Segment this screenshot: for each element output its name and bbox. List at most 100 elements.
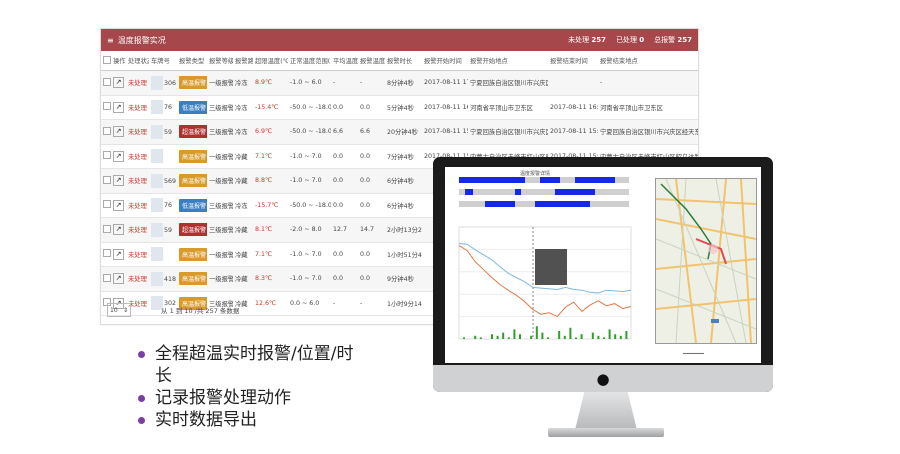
table-cell: -1.0 ~ 7.0 xyxy=(288,144,331,169)
humidity-bar xyxy=(507,337,510,339)
row-checkbox[interactable] xyxy=(103,200,111,209)
table-row[interactable]: ↗ 未处理 306 高温报警 一级报警 冷冻 8.9℃ -1.0 ~ 6.0 - - 8分钟4秒 20… xyxy=(101,70,698,96)
table-row[interactable]: ↗ 未处理 76 低温报警 三级报警 冷冻 -15.4℃ -50.0 ~ -18.0 0.0 0.… xyxy=(101,95,698,120)
plate-redacted xyxy=(151,173,163,188)
table-cell: 低温报警 xyxy=(177,193,207,218)
col-header[interactable]: 报警类型 xyxy=(177,51,207,71)
col-header[interactable]: 处理状态 xyxy=(126,51,149,71)
row-checkbox[interactable] xyxy=(103,102,111,111)
handle-action-icon[interactable]: ↗ xyxy=(113,150,124,162)
table-cell: 6.9℃ xyxy=(253,119,288,145)
handle-action-icon[interactable]: ↗ xyxy=(113,248,124,260)
handle-action-icon[interactable]: ↗ xyxy=(113,126,124,138)
plate-number: 76 xyxy=(164,104,173,112)
col-header[interactable]: 报警结束时间 xyxy=(548,51,598,71)
select-all-checkbox[interactable] xyxy=(101,51,111,71)
table-cell xyxy=(548,70,598,96)
col-header[interactable]: 报警路段 xyxy=(233,51,253,71)
col-header[interactable]: 报警温度(℃) xyxy=(358,51,385,71)
col-header[interactable]: 报警时长 xyxy=(385,51,422,71)
table-cell: 0.0 xyxy=(331,144,358,169)
humidity-bar xyxy=(558,331,561,339)
row-checkbox[interactable] xyxy=(103,77,111,86)
handle-action-icon[interactable]: ↗ xyxy=(113,224,124,236)
humidity-bar xyxy=(541,332,544,339)
temperature-chart xyxy=(458,177,632,340)
humidity-bar xyxy=(491,334,493,339)
avg-temp: - xyxy=(333,79,336,87)
alarm-temp: 0.0 xyxy=(360,201,371,209)
alarm-temp: 14.7 xyxy=(360,226,375,234)
table-cell: 0.0 xyxy=(358,266,385,292)
alarm-temp: 0.0 xyxy=(360,275,371,283)
humidity-bar xyxy=(474,335,477,339)
table-cell: 未处理 xyxy=(126,70,149,96)
handle-action-icon[interactable]: ↗ xyxy=(113,77,124,89)
table-row[interactable]: ↗ 未处理 59 超温报警 三级报警 冷冻 6.9℃ -50.0 ~ -18.0 6.6 6.6 2… xyxy=(101,119,698,145)
table-cell: 一级报警 xyxy=(207,70,233,96)
table-cell: 418 xyxy=(149,266,177,292)
table-cell: 未处理 xyxy=(126,95,149,120)
handle-action-icon[interactable]: ↗ xyxy=(113,199,124,211)
table-cell: ↗ xyxy=(111,95,126,120)
humidity-bar xyxy=(597,335,600,339)
status-text: 未处理 xyxy=(128,104,147,112)
row-checkbox[interactable] xyxy=(103,273,111,282)
plate-number: 76 xyxy=(164,202,173,210)
status-track xyxy=(459,189,629,195)
row-checkbox[interactable] xyxy=(103,224,111,233)
avg-temp: 6.6 xyxy=(333,128,344,136)
alarm-duration: 1小时51分40秒 xyxy=(387,251,422,259)
table-cell: -1.0 ~ 6.0 xyxy=(288,70,331,96)
table-cell xyxy=(101,242,111,267)
over-temp: -15.4℃ xyxy=(255,103,279,111)
plate-redacted xyxy=(151,124,163,139)
handle-action-icon[interactable]: ↗ xyxy=(113,175,124,187)
col-header[interactable]: 报警结束地点 xyxy=(598,51,698,71)
table-cell: 冷冻 xyxy=(233,119,253,145)
normal-range: -1.0 ~ 7.0 xyxy=(290,275,322,283)
col-header[interactable]: 报警开始地点 xyxy=(468,51,548,71)
row-checkbox[interactable] xyxy=(103,126,111,135)
col-header: 操作 xyxy=(111,51,126,71)
table-cell: 5分钟4秒 xyxy=(385,95,422,120)
table-cell: 7分钟4秒 xyxy=(385,144,422,169)
plate-redacted xyxy=(151,222,163,237)
row-checkbox[interactable] xyxy=(103,175,111,184)
bullet-dot-icon xyxy=(138,395,145,402)
table-cell: ↗ xyxy=(111,217,126,243)
handle-action-icon[interactable]: ↗ xyxy=(113,101,124,113)
end-location: 宁夏回族自治区银川市兴庆区经天东路 xyxy=(600,129,698,137)
plate-redacted xyxy=(151,247,163,262)
route-map[interactable] xyxy=(655,178,757,344)
bullet-dot-icon xyxy=(138,351,145,358)
col-header[interactable]: 平均温度(℃) xyxy=(331,51,358,71)
table-cell: 306 xyxy=(149,70,177,96)
table-cell xyxy=(101,168,111,194)
table-cell: - xyxy=(358,70,385,96)
table-cell: 0.0 xyxy=(358,144,385,169)
alarm-type-badge: 超温报警 xyxy=(179,223,207,237)
bullet-item: 实时数据导出 xyxy=(138,409,355,431)
table-cell: 8分钟4秒 xyxy=(385,70,422,96)
col-header[interactable]: 超限温度(℃) xyxy=(253,51,288,71)
col-header[interactable]: 正常温度范围(℃) xyxy=(288,51,331,71)
row-checkbox[interactable] xyxy=(103,249,111,258)
status-segment xyxy=(535,201,590,207)
col-header[interactable]: 车牌号 xyxy=(149,51,177,71)
row-checkbox[interactable] xyxy=(103,151,111,160)
alarm-type-badge: 低温报警 xyxy=(179,198,207,212)
humidity-bar xyxy=(496,335,499,339)
monitor-screen: 温度报警详情 ━━━━━━━ xyxy=(445,167,761,363)
avg-temp: 0.0 xyxy=(333,103,344,111)
table-cell: 2017-08-11 15:49:29 xyxy=(548,119,598,145)
map-caption: ━━━━━━━ xyxy=(683,351,705,357)
page-size-select[interactable]: 10 ⇕ xyxy=(107,303,131,317)
handle-action-icon[interactable]: ↗ xyxy=(113,273,124,285)
table-cell: 超温报警 xyxy=(177,119,207,145)
col-header[interactable]: 报警开始时间 xyxy=(422,51,468,71)
table-cell: ↗ xyxy=(111,266,126,292)
col-header[interactable]: 报警等级 xyxy=(207,51,233,71)
table-cell: 76 xyxy=(149,95,177,120)
bullet-item: 全程超温实时报警/位置/时长 xyxy=(138,343,355,387)
